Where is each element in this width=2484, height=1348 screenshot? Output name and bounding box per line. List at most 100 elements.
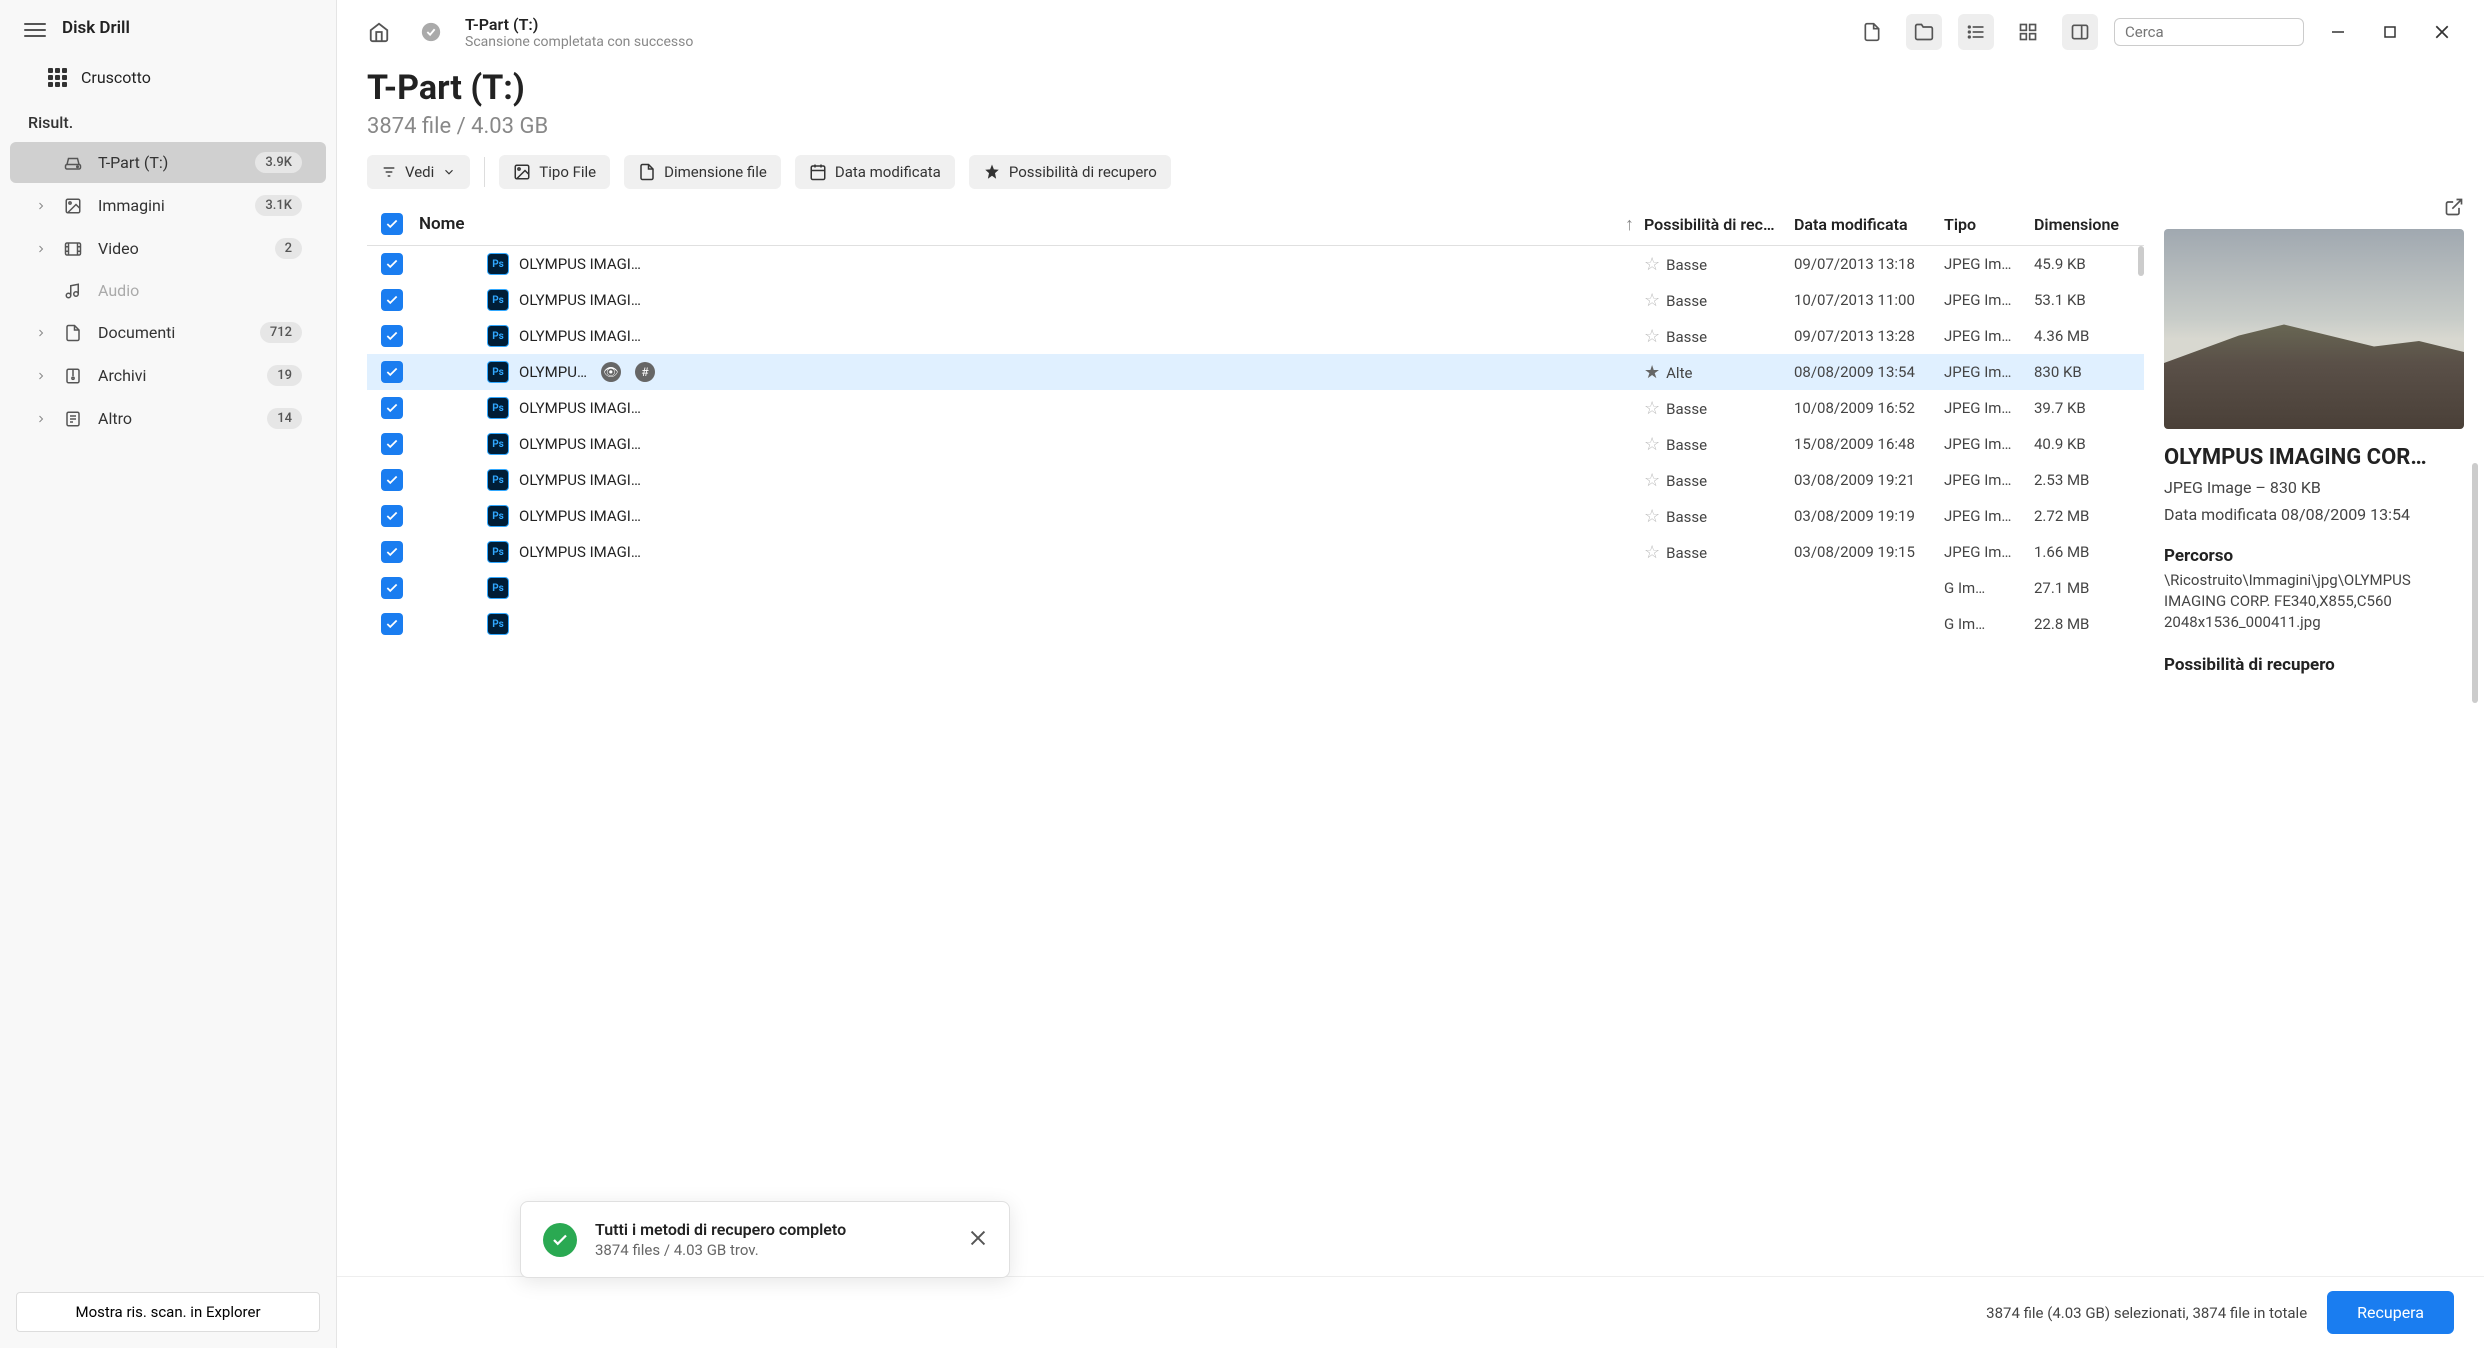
sidebar-section-label: Risult. [0,99,336,140]
filter-datemod[interactable]: Data modificata [795,155,955,189]
file-type: JPEG Im… [1944,327,2034,345]
eye-icon[interactable]: 👁 [601,362,621,382]
ps-file-icon: Ps [487,253,509,275]
hash-icon[interactable]: # [635,362,655,382]
table-row[interactable]: PsOLYMPUS IMAGI…☆Basse09/07/2013 13:18JP… [367,246,2144,282]
row-checkbox[interactable] [381,541,403,563]
search-input-wrap[interactable] [2114,18,2304,46]
file-type: JPEG Im… [1944,543,2034,561]
star-icon: ☆ [1644,542,1660,563]
file-type: JPEG Im… [1944,255,2034,273]
image-icon [513,163,531,181]
grid-view-icon[interactable] [2010,14,2046,50]
file-type: JPEG Im… [1944,471,2034,489]
file-type: G Im… [1944,579,2034,597]
file-size: 22.8 MB [2034,615,2144,633]
file-date: 08/08/2009 13:54 [1794,363,1944,381]
row-checkbox[interactable] [381,469,403,491]
preview-panel: OLYMPUS IMAGING COR… JPEG Image – 830 KB… [2164,203,2464,1276]
view-dropdown[interactable]: Vedi [367,155,470,189]
column-name[interactable]: Nome↑ [417,214,1644,235]
recovery-chance: Basse [1666,472,1707,490]
preview-recovery-label: Possibilità di recupero [2164,655,2464,675]
star-icon [983,163,1001,181]
sidebar-item-doc[interactable]: Documenti712 [10,312,326,353]
row-checkbox[interactable] [381,397,403,419]
toast-close-icon[interactable] [969,1229,987,1251]
chevron-icon [34,413,48,425]
sidebar-item-image[interactable]: Immagini 3.1K [10,185,326,226]
sidebar-badge: 3.1K [255,195,302,216]
table-row[interactable]: PsG Im…27.1 MB [367,570,2144,606]
table-row[interactable]: PsG Im…22.8 MB [367,606,2144,642]
hamburger-menu-icon[interactable] [24,19,46,37]
sidebar-item-other[interactable]: Altro14 [10,398,326,439]
table-row[interactable]: PsOLYMPUS IMAGI…☆Basse03/08/2009 19:21JP… [367,462,2144,498]
sidebar-item-video[interactable]: Video2 [10,228,326,269]
star-icon: ☆ [1644,290,1660,311]
filesize-label: Dimensione file [664,163,767,181]
main: T-Part (T:) Scansione completata con suc… [337,0,2484,1348]
open-external-icon[interactable] [2444,197,2464,221]
archive-icon [62,367,84,385]
row-checkbox[interactable] [381,505,403,527]
hdd-icon [62,154,84,172]
ps-file-icon: Ps [487,289,509,311]
maximize-button[interactable] [2372,14,2408,50]
file-date: 03/08/2009 19:21 [1794,471,1944,489]
select-all-checkbox[interactable] [381,213,403,235]
table-row[interactable]: PsOLYMPUS IMAGI…☆Basse03/08/2009 19:15JP… [367,534,2144,570]
row-checkbox[interactable] [381,613,403,635]
column-chance[interactable]: Possibilità di rec… [1644,215,1794,234]
table-row[interactable]: PsOLYMPUS IMAGI…☆Basse03/08/2009 19:19JP… [367,498,2144,534]
dashboard-icon [48,68,67,87]
calendar-icon [809,163,827,181]
row-checkbox[interactable] [381,253,403,275]
table-row[interactable]: PsOLYMPUS IMAGI…☆Basse15/08/2009 16:48JP… [367,426,2144,462]
filter-recovery[interactable]: Possibilità di recupero [969,155,1171,189]
filter-filetype[interactable]: Tipo File [499,155,610,189]
column-date[interactable]: Data modificata [1794,215,1944,234]
home-icon[interactable] [361,14,397,50]
sidebar-item-hdd[interactable]: T-Part (T:)3.9K [10,142,326,183]
list-view-icon[interactable] [1958,14,1994,50]
file-view-icon[interactable] [1854,14,1890,50]
sidebar-item-label: T-Part (T:) [98,153,241,172]
toast-title: Tutti i metodi di recupero completo [595,1220,951,1239]
table-row[interactable]: PsOLYMPUS IMAGI…☆Basse10/07/2013 11:00JP… [367,282,2144,318]
show-in-explorer-button[interactable]: Mostra ris. scan. in Explorer [16,1292,320,1332]
scrollbar[interactable] [2138,246,2144,276]
row-checkbox[interactable] [381,433,403,455]
sidebar-item-audio[interactable]: Audio [10,271,326,310]
sidebar-item-label: Immagini [98,196,241,215]
table-row[interactable]: PsOLYMPU…👁#★Alte08/08/2009 13:54JPEG Im…… [367,354,2144,390]
recover-button[interactable]: Recupera [2327,1291,2454,1334]
footer: 3874 file (4.03 GB) selezionati, 3874 fi… [337,1276,2484,1348]
file-name: OLYMPUS IMAGI… [519,471,641,489]
preview-pane-icon[interactable] [2062,14,2098,50]
table-row[interactable]: PsOLYMPUS IMAGI…☆Basse10/08/2009 16:52JP… [367,390,2144,426]
file-size: 830 KB [2034,363,2144,381]
minimize-button[interactable] [2320,14,2356,50]
row-checkbox[interactable] [381,325,403,347]
preview-path: \Ricostruito\Immagini\jpg\OLYMPUS IMAGIN… [2164,570,2464,633]
filter-filesize[interactable]: Dimensione file [624,155,781,189]
ps-file-icon: Ps [487,361,509,383]
table-row[interactable]: PsOLYMPUS IMAGI…☆Basse09/07/2013 13:28JP… [367,318,2144,354]
folder-view-icon[interactable] [1906,14,1942,50]
ps-file-icon: Ps [487,613,509,635]
ps-file-icon: Ps [487,505,509,527]
file-name: OLYMPU… [519,363,587,381]
row-checkbox[interactable] [381,289,403,311]
close-button[interactable] [2424,14,2460,50]
search-input[interactable] [2125,23,2324,41]
sidebar-item-archive[interactable]: Archivi19 [10,355,326,396]
row-checkbox[interactable] [381,577,403,599]
row-checkbox[interactable] [381,361,403,383]
preview-scrollbar[interactable] [2472,463,2478,703]
sidebar-dashboard[interactable]: Cruscotto [0,56,336,99]
column-size[interactable]: Dimensione [2034,215,2144,234]
column-type[interactable]: Tipo [1944,215,2034,234]
chevron-icon [34,327,48,339]
table-header: Nome↑ Possibilità di rec… Data modificat… [367,203,2144,246]
